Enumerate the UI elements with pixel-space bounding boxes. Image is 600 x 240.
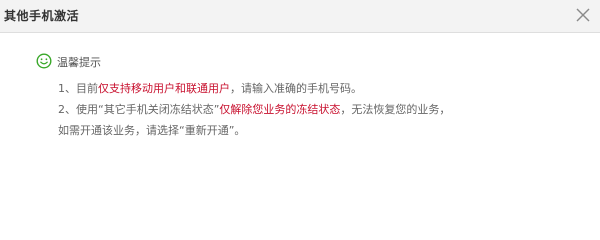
tip-line-1-highlight: 仅支持移动用户和联通用户 xyxy=(98,82,230,95)
tip-line-1-prefix: 1、目前 xyxy=(58,82,98,95)
dialog-content: 温馨提示 1、目前仅支持移动用户和联通用户，请输入准确的手机号码。 2、使用“其… xyxy=(0,33,600,220)
tip-line-2: 2、使用“其它手机关闭冻结状态”仅解除您业务的冻结状态，无法恢复您的业务， xyxy=(58,101,450,117)
activation-dialog: 其他手机激活 温馨提示 1、目前仅支持移动用户和联通用户，请输入准确的手机号码。 xyxy=(0,0,600,220)
tip-heading: 温馨提示 xyxy=(57,56,101,69)
tip-line-2-highlight: 仅解除您业务的冻结状态 xyxy=(219,103,341,116)
dialog-titlebar: 其他手机激活 xyxy=(0,0,600,33)
tip-line-2-suffix: ，无法恢复您的业务， xyxy=(340,103,451,116)
tip-line-1: 1、目前仅支持移动用户和联通用户，请输入准确的手机号码。 xyxy=(58,80,362,96)
tip-line-3: 如需开通该业务，请选择“重新开通”。 xyxy=(58,122,245,138)
dialog-title: 其他手机激活 xyxy=(4,9,80,23)
tip-line-2-prefix: 2、使用“其它手机关闭冻结状态” xyxy=(58,103,220,116)
tip-line-1-suffix: ，请输入准确的手机号码。 xyxy=(230,82,362,95)
smile-icon xyxy=(36,53,52,69)
close-icon[interactable] xyxy=(573,5,593,25)
tip-line-3-text: 如需开通该业务，请选择“重新开通”。 xyxy=(58,124,246,137)
